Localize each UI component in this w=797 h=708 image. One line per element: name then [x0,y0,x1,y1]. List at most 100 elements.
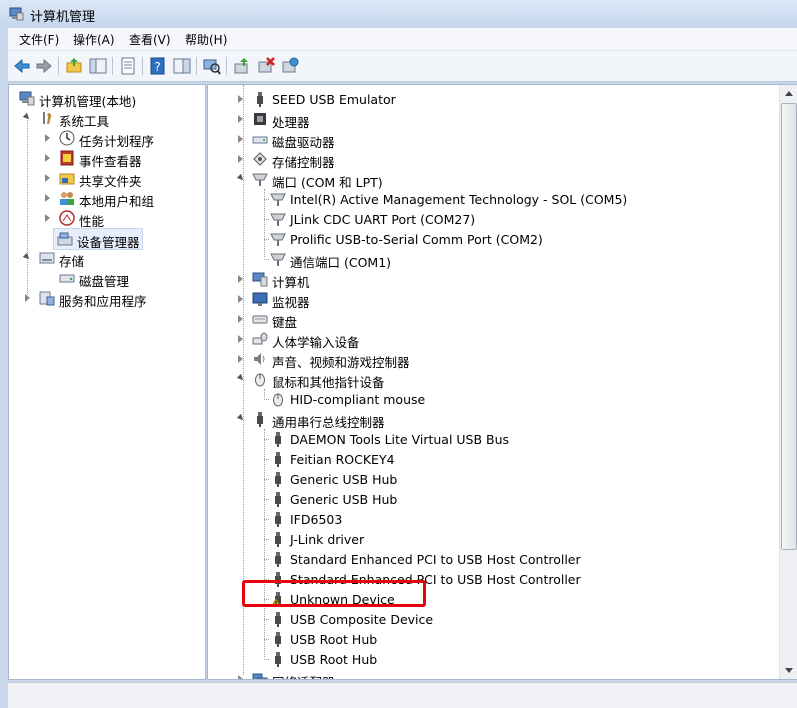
keyboard-icon [252,311,268,327]
device-label: JLink CDC UART Port (COM27) [290,212,476,227]
device-row-standard-enhanced-pci-to-usb-host-controller[interactable]: Standard Enhanced PCI to USB Host Contro… [208,549,768,569]
expand-arrow[interactable] [238,275,243,283]
tree-item-disk-management[interactable]: 磁盘管理 [15,268,200,289]
uninstall-icon[interactable] [280,56,300,76]
expand-arrow[interactable] [238,115,243,123]
device-label: Standard Enhanced PCI to USB Host Contro… [290,552,581,567]
disk-drive-icon [252,131,268,147]
properties-icon[interactable] [118,56,138,76]
device-row-category[interactable]: 网络适配器 [208,669,768,679]
show-pane-icon[interactable] [172,56,192,76]
menu-bar: 文件(F) 操作(A) 查看(V) 帮助(H) [8,28,797,51]
event-viewer-icon [59,150,75,166]
expand-arrow[interactable] [238,315,243,323]
forward-icon[interactable] [34,56,54,76]
device-row-feitian-rockey4[interactable]: Feitian ROCKEY4 [208,449,768,469]
device-label: Feitian ROCKEY4 [290,452,395,467]
expand-arrow[interactable] [238,95,243,103]
device-row-category[interactable]: 处理器 [208,109,768,130]
device-row-generic-usb-hub[interactable]: Generic USB Hub [208,469,768,489]
expand-arrow[interactable] [238,335,243,343]
tree-item-device-manager[interactable]: 设备管理器 [53,228,143,250]
device-row-j-link-driver[interactable]: J-Link driver [208,529,768,549]
expand-arrow[interactable] [238,675,243,679]
device-row-category[interactable]: 声音、视频和游戏控制器 [208,349,768,370]
tree-item-shared-folders[interactable]: 共享文件夹 [15,168,200,189]
device-row-ifd6503[interactable]: IFD6503 [208,509,768,529]
menu-file[interactable]: 文件(F) [16,31,62,48]
up-folder-icon[interactable] [64,56,84,76]
device-row-category[interactable]: 键盘 [208,309,768,330]
device-row-intel-r-active-management-technology-sol-com5[interactable]: Intel(R) Active Management Technology - … [208,189,768,209]
show-tree-icon[interactable] [88,56,108,76]
device-row-category[interactable]: 监视器 [208,289,768,310]
status-bar [8,682,797,708]
device-row-category[interactable]: 存储控制器 [208,149,768,170]
expand-arrow[interactable] [236,373,246,383]
tree-item-task-scheduler[interactable]: 任务计划程序 [15,128,200,149]
device-row-com-lpt[interactable]: 端口 (COM 和 LPT) [208,169,768,190]
menu-help[interactable]: 帮助(H) [182,31,230,48]
device-row-usb-composite-device[interactable]: USB Composite Device [208,609,768,629]
expand-arrow[interactable] [238,155,243,163]
tree-item-computer-management[interactable]: 计算机管理(本地) [15,88,200,109]
device-row-usb-root-hub[interactable]: USB Root Hub [208,629,768,649]
vertical-scrollbar[interactable] [779,85,797,679]
expand-arrow[interactable] [236,173,246,183]
expand-arrow[interactable] [238,135,243,143]
help-icon[interactable]: ? [148,56,168,76]
tree-item-local-users-groups[interactable]: 本地用户和组 [15,188,200,209]
scan-icon[interactable] [202,56,222,76]
back-icon[interactable] [12,56,32,76]
expand-arrow[interactable] [45,214,50,222]
device-row-category[interactable]: 计算机 [208,269,768,290]
expand-arrow[interactable] [238,355,243,363]
expand-arrow[interactable] [45,194,50,202]
device-row-hid-compliant-mouse[interactable]: HID-compliant mouse [208,389,768,409]
usb-plug-icon [270,631,286,647]
tree-item-services-applications[interactable]: 服务和应用程序 [15,288,200,309]
expand-arrow[interactable] [45,154,50,162]
menu-action[interactable]: 操作(A) [70,31,118,48]
hid-icon [252,331,268,347]
expand-arrow[interactable] [25,294,30,302]
expand-arrow[interactable] [238,295,243,303]
tree-item-event-viewer[interactable]: 事件查看器 [15,148,200,169]
tree-item-system-tools[interactable]: 系统工具 [15,108,200,129]
port-icon [270,211,286,227]
scroll-up-button[interactable] [780,85,797,102]
device-row-jlink-cdc-uart-port-com27[interactable]: JLink CDC UART Port (COM27) [208,209,768,229]
scroll-down-button[interactable] [780,662,797,679]
device-row-daemon-tools-lite-virtual-usb-bus[interactable]: DAEMON Tools Lite Virtual USB Bus [208,429,768,449]
device-row-category[interactable]: 鼠标和其他指针设备 [208,369,768,390]
svg-text:?: ? [154,60,160,74]
expand-arrow[interactable] [236,413,246,423]
shared-folder-icon [59,170,75,186]
tree-item-storage[interactable]: 存储 [15,248,200,269]
device-row-category[interactable]: 通用串行总线控制器 [208,409,768,430]
device-label: 网络适配器 [272,672,335,679]
device-row-com1[interactable]: 通信端口 (COM1) [208,249,768,270]
device-label: IFD6503 [290,512,343,527]
expand-arrow[interactable] [45,134,50,142]
services-icon [39,290,55,306]
expand-arrow[interactable] [22,252,32,262]
unknown-device-highlight-box [242,580,426,607]
clock-icon [59,130,75,146]
tree-item-performance[interactable]: 性能 [15,208,200,229]
disable-icon[interactable] [256,56,276,76]
device-row-prolific-usb-to-serial-comm-port-com2[interactable]: Prolific USB-to-Serial Comm Port (COM2) [208,229,768,249]
device-row-usb-root-hub[interactable]: USB Root Hub [208,649,768,669]
device-row-category[interactable]: 人体学输入设备 [208,329,768,350]
scroll-thumb[interactable] [781,103,797,550]
window-title: 计算机管理 [30,10,96,25]
expand-arrow[interactable] [45,174,50,182]
device-row-category[interactable]: 磁盘驱动器 [208,129,768,150]
usb-plug-icon [252,91,268,107]
device-label: Intel(R) Active Management Technology - … [290,192,628,207]
device-row-generic-usb-hub[interactable]: Generic USB Hub [208,489,768,509]
update-driver-icon[interactable] [232,56,252,76]
menu-view[interactable]: 查看(V) [126,31,174,48]
device-row-seed-usb-emulator[interactable]: SEED USB Emulator [208,89,768,109]
expand-arrow[interactable] [22,112,32,122]
